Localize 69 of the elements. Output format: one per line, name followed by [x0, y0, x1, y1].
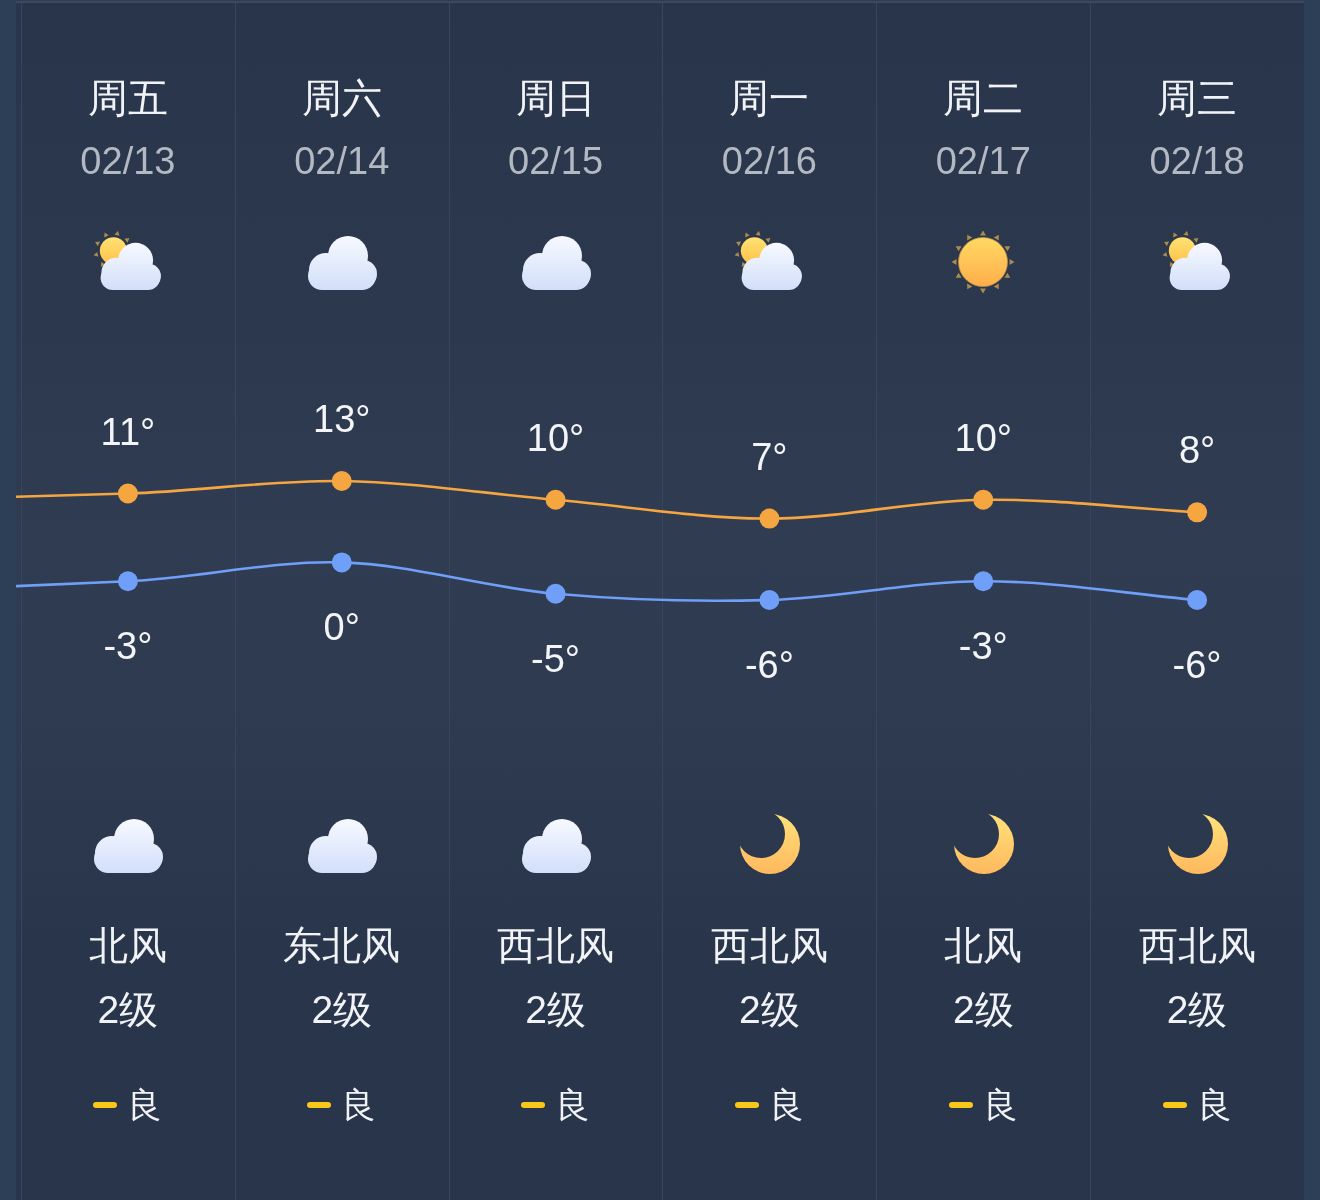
wind-level-label: 2级: [1166, 987, 1228, 1033]
air-quality-marker-icon: [734, 1102, 759, 1108]
low-temperature-label: -6°: [1172, 644, 1222, 686]
weekday-label: 周五: [87, 75, 168, 122]
wind-direction-label: 北风: [944, 923, 1023, 969]
weekday-label: 周日: [515, 75, 596, 122]
sun-icon: [951, 230, 1016, 294]
air-quality-marker-icon: [948, 1102, 973, 1108]
wind-direction-label: 西北风: [710, 923, 828, 969]
weekday-label: 周二: [943, 75, 1024, 122]
high-temperature-label: 8°: [1178, 429, 1216, 472]
low-temperature-point: [117, 571, 138, 592]
high-temperature-point: [973, 489, 994, 510]
high-temperature-point: [545, 489, 566, 510]
air-quality-label: 良: [127, 1085, 163, 1125]
low-temperature-label: -3°: [958, 625, 1008, 668]
wind-direction-label: 东北风: [283, 923, 401, 969]
date-label: 02/14: [294, 139, 390, 184]
high-temperature-label: 11°: [100, 410, 156, 453]
high-temperature-point: [759, 508, 780, 529]
low-temperature-point: [1187, 590, 1208, 610]
weekday-label: 周三: [1157, 75, 1238, 122]
high-temperature-label: 7°: [751, 435, 788, 478]
low-temperature-point: [759, 590, 780, 610]
date-label: 02/13: [80, 139, 176, 184]
cloud-icon: [91, 817, 164, 873]
low-temperature-label: 0°: [323, 606, 360, 649]
air-quality-label: 良: [1196, 1085, 1232, 1125]
high-temperature-point: [1187, 502, 1208, 523]
weekday-label: 周六: [301, 75, 382, 122]
air-quality-marker-icon: [1162, 1102, 1187, 1108]
low-temperature-label: -6°: [744, 644, 794, 686]
high-temperature-label: 13°: [313, 398, 371, 440]
cloud-icon: [305, 817, 378, 873]
wind-level-label: 2级: [311, 987, 373, 1033]
wind-direction-label: 北风: [88, 923, 167, 969]
low-temperature-label: -5°: [531, 637, 581, 680]
low-temperature-point: [973, 571, 994, 592]
weekday-label: 周一: [729, 75, 810, 122]
moon-icon: [737, 814, 802, 876]
air-quality-label: 良: [768, 1085, 804, 1125]
date-label: 02/15: [508, 139, 604, 184]
air-quality-label: 良: [982, 1085, 1018, 1125]
cloud-icon: [519, 817, 592, 873]
wind-level-label: 2级: [525, 987, 586, 1033]
air-quality-label: 良: [341, 1085, 377, 1125]
low-temperature-point: [545, 583, 566, 604]
wind-level-label: 2级: [739, 987, 800, 1033]
air-quality-marker-icon: [307, 1102, 332, 1108]
low-temperature-point: [331, 552, 352, 573]
air-quality-label: 良: [555, 1085, 591, 1125]
date-label: 02/16: [721, 139, 817, 184]
wind-level-label: 2级: [952, 987, 1014, 1033]
high-temperature-point: [117, 483, 138, 504]
date-label: 02/17: [935, 139, 1031, 184]
date-label: 02/18: [1149, 139, 1245, 184]
moon-icon: [1165, 814, 1230, 876]
low-temperature-label: -3°: [103, 625, 153, 668]
moon-icon: [951, 814, 1016, 876]
air-quality-marker-icon: [93, 1102, 118, 1108]
cloud-icon: [305, 234, 378, 290]
high-temperature-label: 10°: [526, 416, 585, 459]
air-quality-marker-icon: [521, 1102, 546, 1108]
high-temperature-point: [331, 471, 352, 491]
wind-level-label: 2级: [97, 987, 159, 1033]
cloud-icon: [519, 234, 592, 290]
wind-direction-label: 西北风: [497, 923, 615, 969]
wind-direction-label: 西北风: [1138, 923, 1256, 969]
high-temperature-label: 10°: [954, 416, 1012, 459]
